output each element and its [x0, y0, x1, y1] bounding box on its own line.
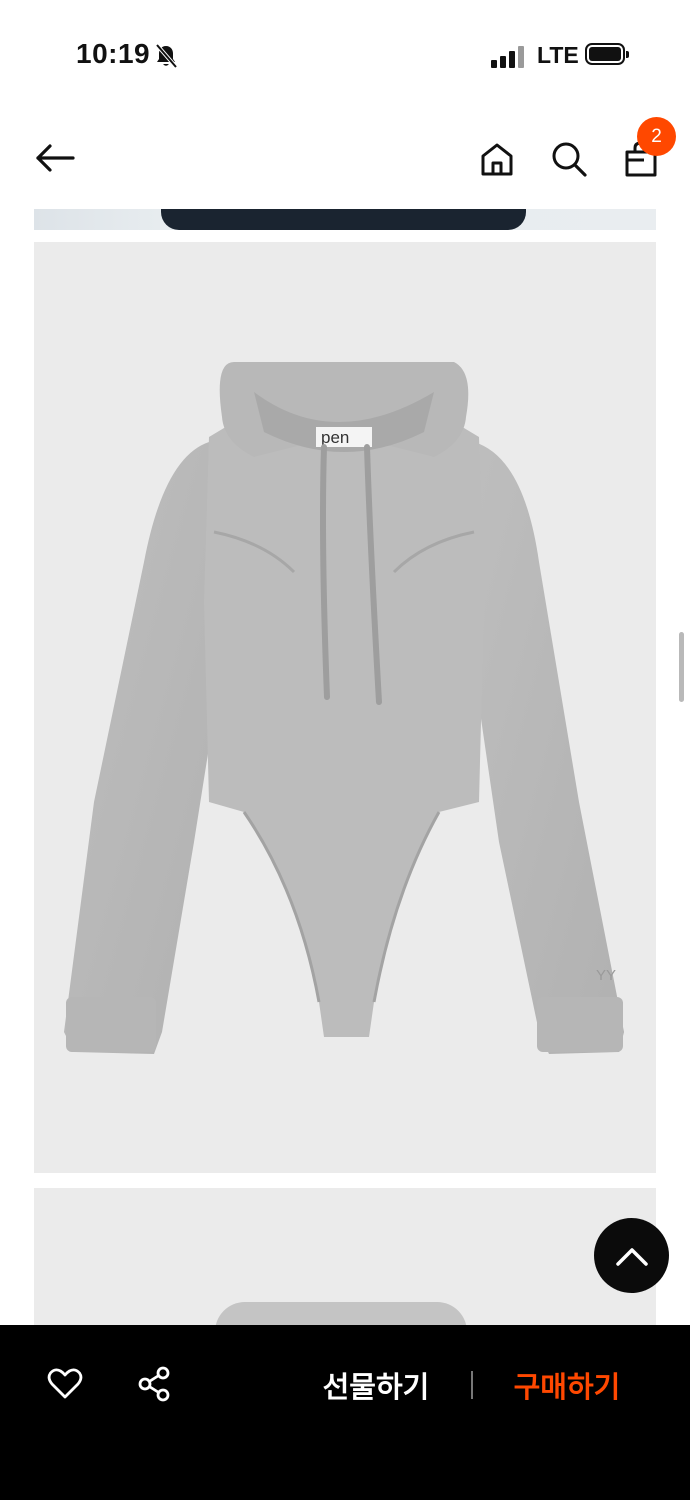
- home-button[interactable]: [474, 136, 520, 182]
- signal-icon: [491, 44, 525, 68]
- garment-logo: YY: [596, 967, 616, 984]
- product-image[interactable]: pen YY: [34, 242, 656, 1173]
- scroll-to-top-button[interactable]: [594, 1218, 669, 1293]
- scrollbar[interactable]: [679, 632, 684, 702]
- cart-count-badge: 2: [637, 117, 676, 156]
- back-arrow-icon: [36, 144, 75, 172]
- back-button[interactable]: [30, 136, 80, 180]
- garment-label-text: pen: [321, 428, 349, 447]
- hoodie-bodysuit-illustration: pen YY: [64, 362, 624, 1054]
- search-button[interactable]: [546, 136, 592, 182]
- product-image-previous: [34, 209, 656, 230]
- status-bar: 10:19 LTE: [0, 0, 690, 110]
- bell-off-icon: [154, 43, 178, 74]
- network-type: LTE: [537, 42, 579, 68]
- chevron-up-icon: [615, 1247, 648, 1266]
- buy-button[interactable]: 구매하기: [502, 1363, 632, 1407]
- status-time: 10:19: [76, 38, 151, 69]
- heart-icon: [47, 1368, 83, 1399]
- share-icon: [138, 1366, 170, 1402]
- share-button[interactable]: [133, 1363, 175, 1405]
- home-icon: [481, 143, 513, 176]
- like-button[interactable]: [44, 1363, 86, 1405]
- battery-icon: [585, 43, 629, 65]
- product-image-next: [34, 1188, 656, 1325]
- bottom-action-bar: 선물하기 구매하기: [0, 1325, 690, 1500]
- search-icon: [552, 142, 587, 177]
- gift-button[interactable]: 선물하기: [312, 1363, 440, 1407]
- top-nav-bar: [0, 110, 690, 210]
- divider: [471, 1371, 473, 1399]
